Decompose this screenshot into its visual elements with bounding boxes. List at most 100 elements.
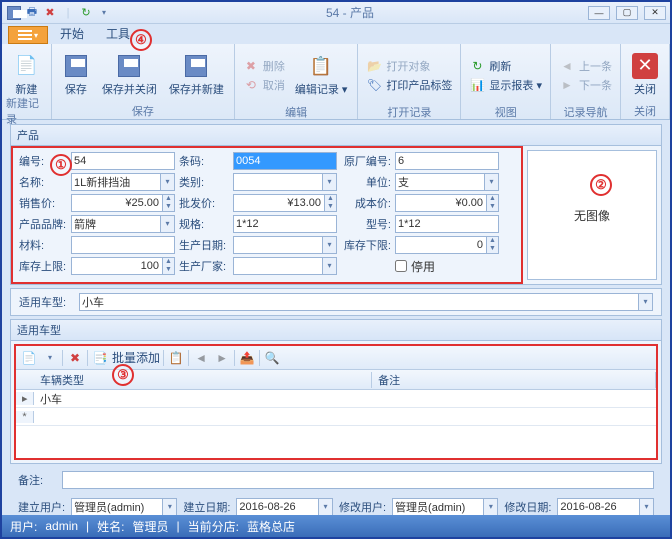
row-indicator-icon: ▸	[16, 392, 34, 405]
create-user-dropdown-icon[interactable]: ▾	[163, 498, 177, 516]
cancel-button[interactable]: ⟲取消	[239, 75, 289, 94]
qat-undo-icon[interactable]: ✖	[42, 5, 58, 21]
mfgdate-dropdown-icon[interactable]: ▾	[323, 236, 337, 254]
table-row-new[interactable]: *	[16, 408, 656, 426]
mod-date-dropdown-icon[interactable]: ▾	[640, 498, 654, 516]
ribbon: 📄新建 新建记录 保存 保存并关闭 保存并新建 保存 ✖删除 ⟲取消 📋编辑记录…	[2, 44, 670, 120]
qat-sep: |	[60, 5, 76, 21]
vehicle-panel-header: 适用车型	[11, 320, 661, 341]
material-input[interactable]	[71, 236, 175, 254]
tool-batch-icon[interactable]: 📑	[91, 349, 109, 367]
stockup-input[interactable]	[71, 257, 163, 275]
create-date-input[interactable]	[236, 498, 319, 516]
create-user-input[interactable]	[71, 498, 163, 516]
group-close: 关闭	[634, 103, 656, 119]
minimize-button[interactable]: —	[588, 6, 610, 20]
table-row[interactable]: ▸ 小车	[16, 390, 656, 408]
file-tab[interactable]: ▾	[8, 26, 48, 44]
name-dropdown-icon[interactable]: ▾	[161, 173, 175, 191]
mfr-dropdown-icon[interactable]: ▾	[323, 257, 337, 275]
tool-next-icon[interactable]: ►	[213, 349, 231, 367]
brand-dropdown-icon[interactable]: ▾	[161, 215, 175, 233]
tool-prev-icon[interactable]: ◄	[192, 349, 210, 367]
orig-input[interactable]	[395, 152, 499, 170]
unit-input[interactable]	[395, 173, 485, 191]
apply-dropdown-icon[interactable]: ▾	[639, 293, 653, 311]
stocklow-input[interactable]	[395, 236, 487, 254]
unit-dropdown-icon[interactable]: ▾	[485, 173, 499, 191]
mod-user-dropdown-icon[interactable]: ▾	[484, 498, 498, 516]
mfgdate-input[interactable]	[233, 236, 323, 254]
price-spinner[interactable]: ▲▼	[163, 194, 175, 212]
quick-access-toolbar: 🖶 ✖ | ↻ ▾	[6, 5, 112, 21]
stockup-spinner[interactable]: ▲▼	[163, 257, 175, 275]
create-date-dropdown-icon[interactable]: ▾	[319, 498, 333, 516]
close-button[interactable]: ✕关闭	[625, 46, 665, 103]
tool-copy-icon[interactable]: 📋	[167, 349, 185, 367]
status-name-label: 姓名:	[97, 518, 124, 535]
grid-header: 车辆类型 备注	[16, 370, 656, 390]
product-panel: 产品 编号: 条码: 原厂编号: 名称: ▾ 类别: ▾ 单位: ▾ 销售价:	[10, 124, 662, 285]
edit-record-button[interactable]: 📋编辑记录 ▾	[289, 46, 354, 104]
grid-col-type[interactable]: 车辆类型	[34, 372, 372, 388]
cell-type[interactable]: 小车	[34, 391, 372, 407]
tool-dropdown-icon[interactable]: ▾	[41, 349, 59, 367]
image-box[interactable]: 无图像	[527, 150, 657, 280]
tab-tools[interactable]: 工具	[96, 23, 140, 44]
group-save: 保存	[132, 103, 154, 119]
status-name-value: 管理员	[133, 518, 169, 535]
barcode-input[interactable]	[233, 152, 337, 170]
show-report-button[interactable]: 📊显示报表 ▾	[465, 75, 546, 94]
model-input[interactable]	[395, 215, 499, 233]
save-close-button[interactable]: 保存并关闭	[96, 46, 163, 103]
price-input[interactable]	[71, 194, 163, 212]
no-image-label: 无图像	[574, 207, 610, 224]
mod-date-input[interactable]	[557, 498, 640, 516]
tool-search-icon[interactable]: 🔍	[263, 349, 281, 367]
prev-button[interactable]: ◄上一条	[555, 56, 616, 75]
cat-label: 类别:	[179, 174, 229, 190]
print-label-button[interactable]: 🏷打印产品标签	[362, 75, 456, 94]
whole-spinner[interactable]: ▲▼	[325, 194, 337, 212]
cost-input[interactable]	[395, 194, 487, 212]
name-input[interactable]	[71, 173, 161, 191]
name-label: 名称:	[19, 174, 67, 190]
qat-dropdown-icon[interactable]: ▾	[96, 5, 112, 21]
maximize-button[interactable]: ▢	[616, 6, 638, 20]
titlebar: 🖶 ✖ | ↻ ▾ 54 - 产品 — ▢ ✕	[2, 2, 670, 24]
save-new-button[interactable]: 保存并新建	[163, 46, 230, 103]
cat-dropdown-icon[interactable]: ▾	[323, 173, 337, 191]
spec-input[interactable]	[233, 215, 337, 233]
code-label: 编号:	[19, 153, 67, 169]
whole-label: 批发价:	[179, 195, 229, 211]
disabled-checkbox[interactable]	[395, 260, 407, 272]
cat-input[interactable]	[233, 173, 323, 191]
mod-user-input[interactable]	[392, 498, 484, 516]
tool-batch-label[interactable]: 批量添加	[112, 349, 160, 366]
qat-refresh-icon[interactable]: ↻	[78, 5, 94, 21]
whole-input[interactable]	[233, 194, 325, 212]
refresh-button[interactable]: ↻刷新	[465, 56, 546, 75]
open-object-button[interactable]: 📂打开对象	[362, 56, 456, 75]
apply-input[interactable]	[79, 293, 639, 311]
tool-new-icon[interactable]: 📄	[20, 349, 38, 367]
qat-save-icon[interactable]	[6, 5, 22, 21]
brand-input[interactable]	[71, 215, 161, 233]
code-input[interactable]	[71, 152, 175, 170]
mod-user-label: 修改用户:	[339, 499, 386, 515]
delete-button[interactable]: ✖删除	[239, 56, 289, 75]
mfr-input[interactable]	[233, 257, 323, 275]
price-label: 销售价:	[19, 195, 67, 211]
stocklow-spinner[interactable]: ▲▼	[487, 236, 499, 254]
save-button[interactable]: 保存	[56, 46, 96, 103]
cost-spinner[interactable]: ▲▼	[487, 194, 499, 212]
remark-input[interactable]	[62, 471, 654, 489]
tab-start[interactable]: 开始	[50, 23, 94, 44]
next-button[interactable]: ►下一条	[555, 75, 616, 94]
tool-export-icon[interactable]: 📤	[238, 349, 256, 367]
grid-col-remark[interactable]: 备注	[372, 372, 656, 388]
tool-delete-icon[interactable]: ✖	[66, 349, 84, 367]
vehicle-panel: 适用车型 📄 ▾ ✖ 📑 批量添加 📋 ◄ ► 📤 🔍	[10, 319, 662, 464]
close-window-button[interactable]: ✕	[644, 6, 666, 20]
orig-label: 原厂编号:	[341, 153, 391, 169]
